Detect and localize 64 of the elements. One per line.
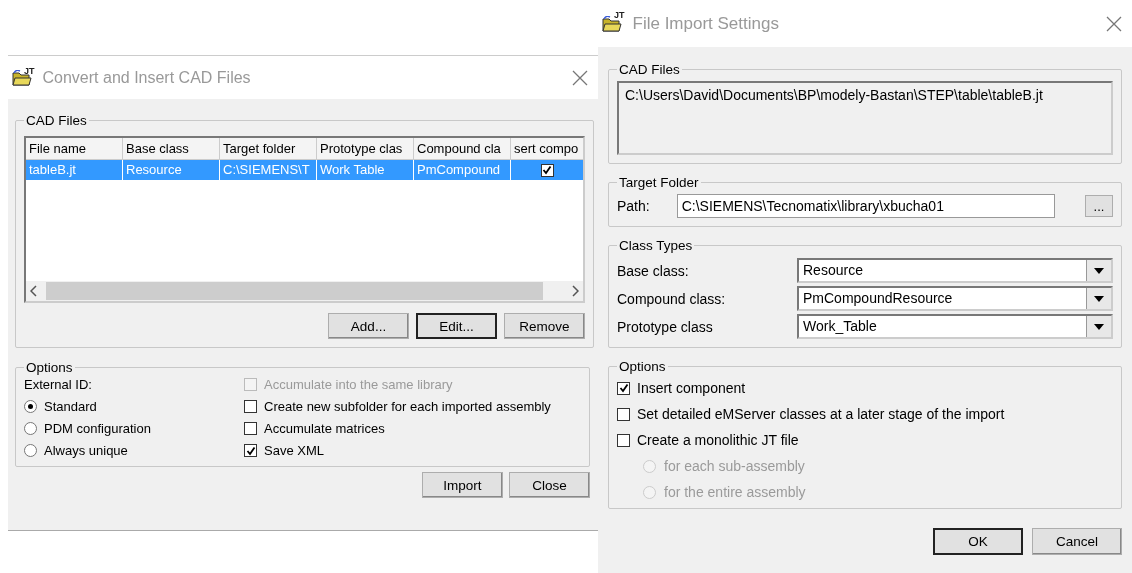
column-header[interactable]: Target folder (220, 138, 317, 160)
table-cell: tableB.jt (26, 160, 123, 180)
checkbox[interactable] (617, 381, 630, 395)
table-cell: PmCompound (414, 160, 511, 180)
dialog-button[interactable]: OK (933, 528, 1023, 555)
checkbox-label[interactable]: Create a monolithic JT file (637, 432, 799, 448)
radio-label[interactable]: PDM configuration (44, 421, 151, 436)
column-header[interactable]: File name (26, 138, 123, 160)
dialog-button[interactable]: Remove (504, 313, 585, 339)
table-cell: C:\SIEMENS\T (220, 160, 317, 180)
column-header[interactable]: Base class (123, 138, 220, 160)
icon-label: JT (614, 10, 625, 20)
dialog-button[interactable]: Add... (328, 313, 409, 339)
close-icon[interactable] (572, 69, 588, 86)
field-label: Path: (617, 198, 650, 214)
group-title: Target Folder (618, 175, 700, 190)
checkbox[interactable] (244, 422, 257, 435)
path-field[interactable]: C:\SIEMENS\Tecnomatix\library\xbucha01 (676, 194, 1055, 218)
checkbox[interactable] (540, 163, 554, 177)
checkbox[interactable] (617, 433, 630, 447)
group-title: CAD Files (618, 62, 681, 77)
list-item[interactable]: C:\Users\David\Documents\BP\modely-Bastan\STEP\table\tableB.jt (625, 87, 1105, 103)
group-title: Options (618, 359, 667, 374)
checkbox[interactable] (244, 444, 257, 457)
dialog-button[interactable]: Import (422, 472, 503, 498)
field-label: Base class: (617, 262, 690, 279)
table-cell: Resource (123, 160, 220, 180)
checkbox[interactable] (244, 400, 257, 413)
checkbox-label[interactable]: Create new subfolder for each imported assembly (264, 399, 551, 414)
radio-label[interactable]: Standard (44, 399, 97, 414)
close-icon[interactable] (1106, 15, 1122, 32)
radio-button[interactable] (24, 444, 37, 457)
group-title: CAD Files (25, 113, 88, 128)
dropdown-arrow-icon[interactable] (1094, 323, 1104, 330)
column-header[interactable]: Prototype clas (317, 138, 414, 160)
group-title: Options (25, 360, 74, 375)
horizontal-scrollbar[interactable] (26, 281, 583, 301)
checkbox-label[interactable]: Save XML (264, 443, 324, 458)
table-cell: Work Table (317, 160, 414, 180)
dropdown-arrow-icon[interactable] (1094, 267, 1104, 274)
radio-label[interactable]: Always unique (44, 443, 128, 458)
window-title: Convert and Insert CAD Files (42, 68, 252, 87)
column-header[interactable]: Compound cla (414, 138, 511, 160)
dialog-button[interactable]: Edit... (416, 313, 497, 339)
field-label: Prototype class (617, 318, 714, 335)
dropdown[interactable]: Work_Table (797, 314, 1113, 339)
field-label: Compound class: (617, 290, 727, 307)
radio-button[interactable] (24, 422, 37, 435)
checkbox-label[interactable]: Insert component (637, 380, 746, 396)
icon-label: JT (24, 66, 35, 76)
dropdown[interactable]: PmCompoundResource (797, 286, 1113, 311)
dropdown[interactable]: Resource (797, 258, 1113, 283)
field-label: External ID: (24, 377, 93, 392)
dialog-button[interactable]: Cancel (1032, 528, 1122, 555)
group-title: Class Types (618, 238, 694, 253)
checkbox-label[interactable]: Accumulate matrices (264, 421, 385, 436)
radio-button[interactable] (24, 400, 37, 413)
window-title: File Import Settings (632, 13, 780, 34)
dialog-button[interactable]: Close (509, 472, 590, 498)
dropdown-arrow-icon[interactable] (1094, 295, 1104, 302)
checkbox[interactable] (617, 407, 630, 421)
checkbox-label[interactable]: Set detailed eMServer classes at a later stage of the import (637, 406, 1005, 422)
browse-button[interactable]: ... (1085, 195, 1113, 217)
column-header[interactable]: sert compo (511, 138, 583, 160)
